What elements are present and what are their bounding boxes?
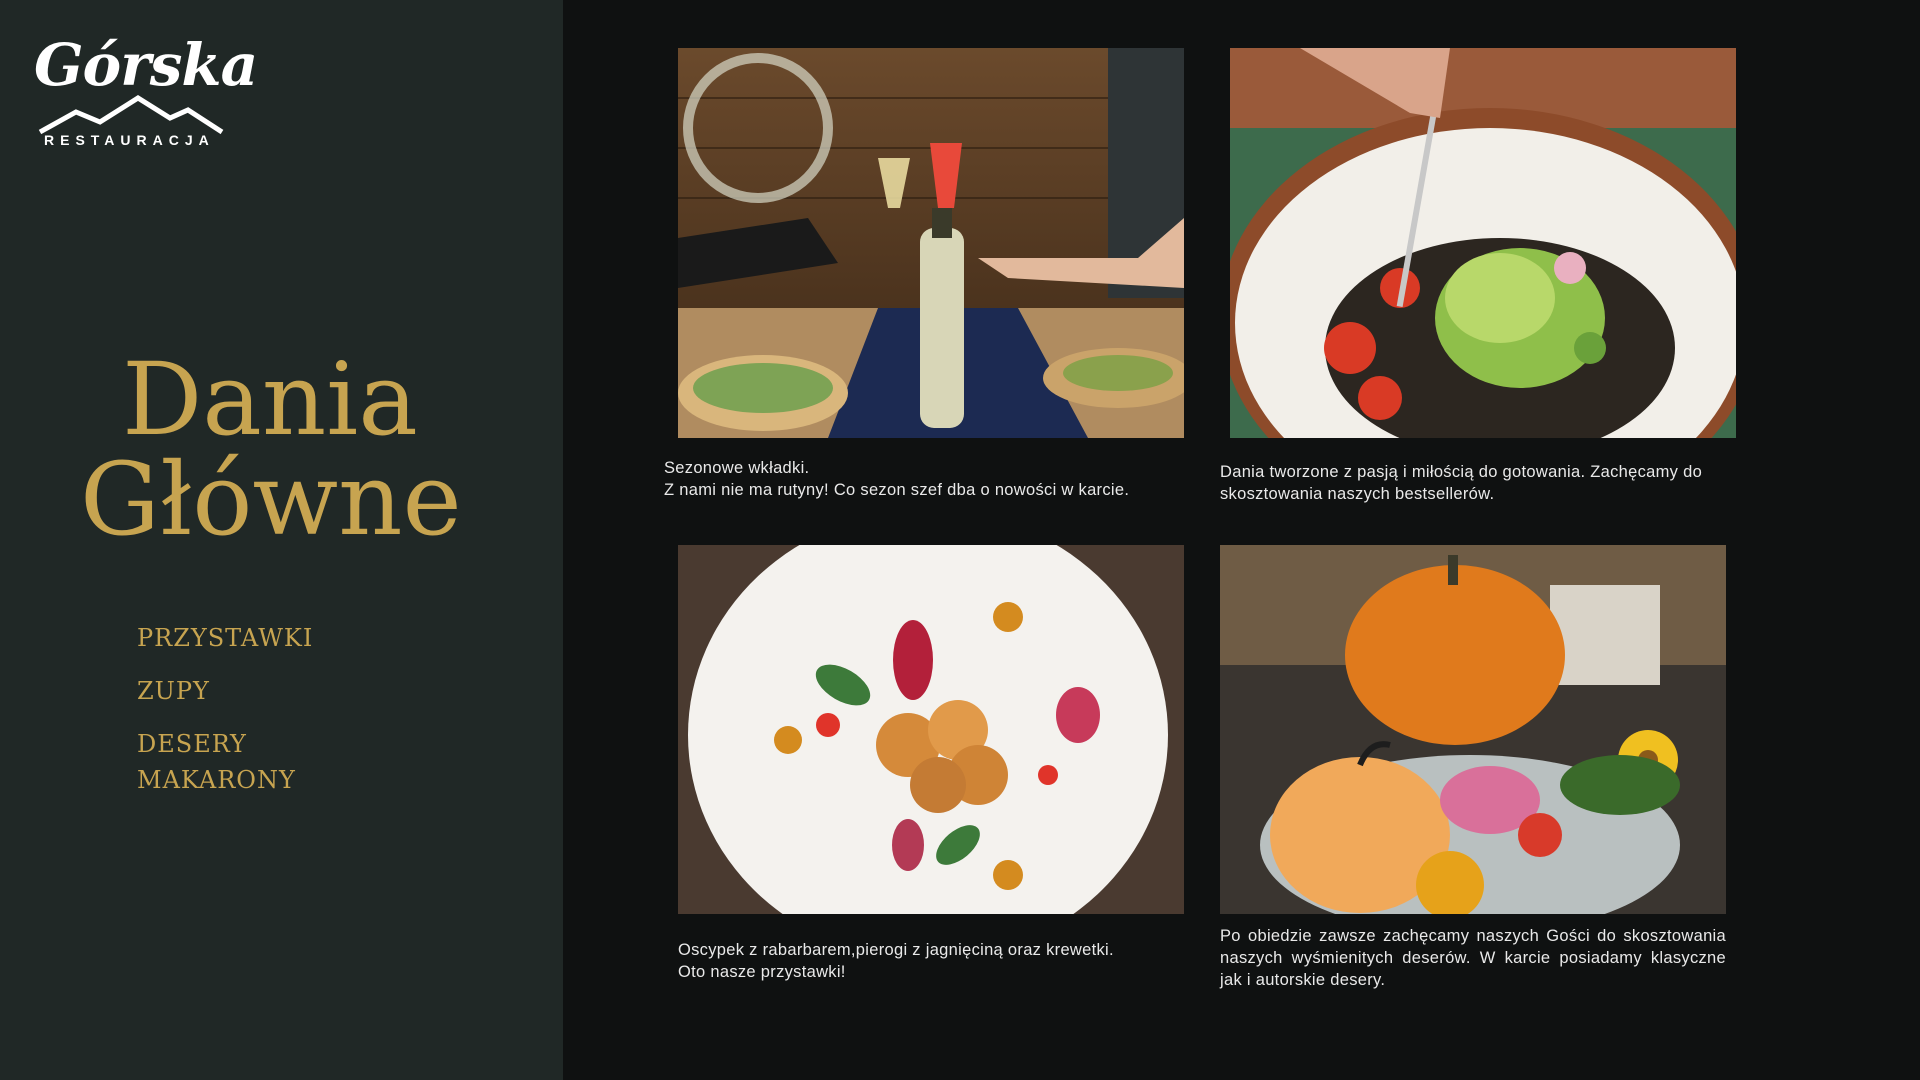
logo-subtitle: RESTAURACJA	[44, 132, 215, 148]
mountain-icon	[38, 95, 224, 135]
caption-2: Dania tworzone z pasją i miłością do got…	[1220, 463, 1703, 503]
photo-dessert[interactable]	[1220, 545, 1726, 914]
caption-1-line2: Z nami nie ma rutyny! Co sezon szef dba …	[664, 481, 1130, 499]
caption-1-line1: Sezonowe wkładki.	[664, 459, 810, 477]
nav-item-zupy[interactable]: ZUPY	[137, 673, 313, 709]
nav-item-desery[interactable]: DESERY	[137, 726, 313, 762]
caption-3-line2: Oto nasze przystawki!	[678, 963, 846, 981]
nav-item-makarony[interactable]: MAKARONY	[137, 762, 313, 798]
page-title-line2: Główne	[80, 441, 462, 558]
gallery: Sezonowe wkładki. Z nami nie ma rutyny! …	[563, 0, 1920, 1080]
caption-1: Sezonowe wkładki. Z nami nie ma rutyny! …	[664, 457, 1204, 501]
photo-salad[interactable]	[1230, 48, 1736, 438]
caption-3-line1: Oscypek z rabarbarem,pierogi z jagnięcin…	[678, 941, 1114, 959]
nav-item-przystawki[interactable]: PRZYSTAWKI	[137, 620, 313, 656]
photo-toast[interactable]	[678, 48, 1184, 438]
brand-logo[interactable]: Górska RESTAURACJA	[34, 36, 258, 151]
caption-4: Po obiedzie zawsze zachęcamy naszych Goś…	[1220, 927, 1726, 989]
page-title: Dania Główne	[80, 341, 462, 558]
category-nav: PRZYSTAWKI ZUPY DESERY MAKARONY	[137, 620, 313, 798]
photo-appetizer[interactable]	[678, 545, 1184, 914]
logo-script: Górska	[34, 31, 258, 99]
caption-3: Oscypek z rabarbarem,pierogi z jagnięcin…	[678, 939, 1198, 983]
sidebar: Górska RESTAURACJA Dania Główne PRZYSTAW…	[0, 0, 563, 1080]
page-title-line1: Dania	[122, 341, 418, 458]
